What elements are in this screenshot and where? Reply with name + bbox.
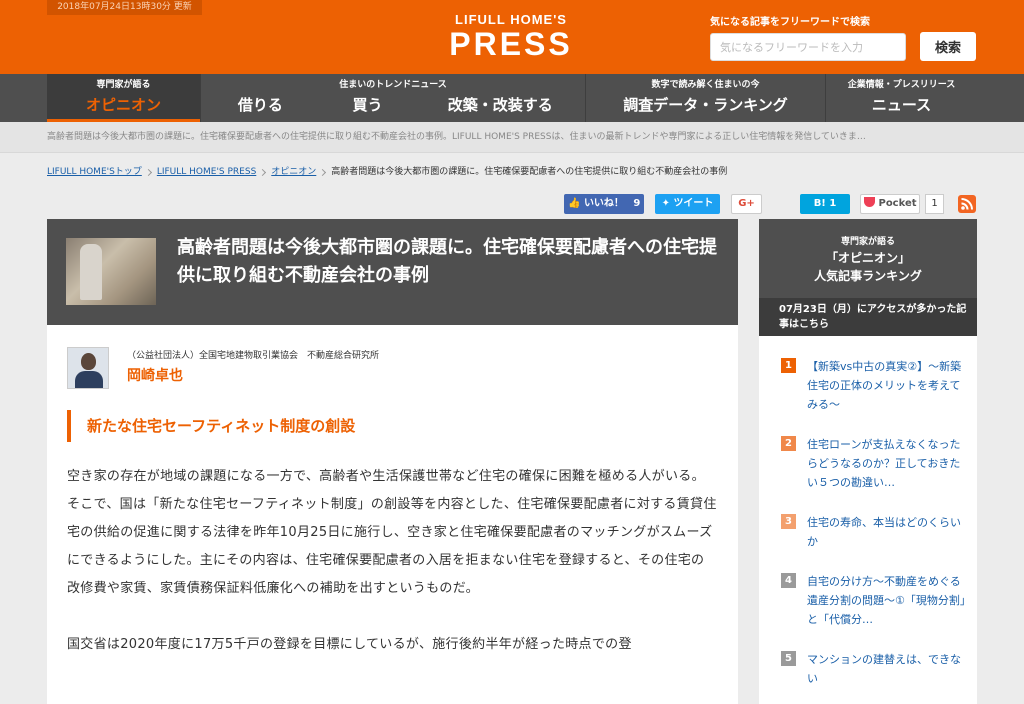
pocket-button[interactable]: Pocket [860, 194, 920, 214]
like-count: 9 [633, 198, 641, 209]
rank-number-badge: 4 [781, 573, 796, 588]
facebook-like-button[interactable]: 👍 いいね！ 9 [564, 194, 644, 214]
article-body: 空き家の存在が地域の課題になる一方で、高齢者や生活保護世帯など住宅の確保に困難を… [67, 463, 717, 659]
breadcrumb-press-link[interactable]: LIFULL HOME'S PRESS [157, 165, 256, 179]
ranking-header: 専門家が語る 「オピニオン」 人気記事ランキング [759, 219, 977, 298]
search-button[interactable]: 検索 [920, 32, 976, 61]
breadcrumb-current: 高齢者問題は今後大都市圏の課題に。住宅確保要配慮者への住宅提供に取り組む不動産会… [331, 167, 728, 177]
ranking-item[interactable]: 5 マンションの建替えは、できない [759, 629, 977, 688]
ranking-item-title[interactable]: 自宅の分け方〜不動産をめぐる遺産分割の問題〜①「現物分割」と「代償分… [807, 572, 967, 629]
site-logo[interactable]: LIFULL HOME'S PRESS [436, 12, 586, 62]
rank-number-badge: 2 [781, 436, 796, 451]
nav-data-sub: 数字で読み解く住まいの今 [651, 80, 760, 90]
nav-opinion-sub: 専門家が語る [96, 80, 151, 90]
section-heading: 新たな住宅セーフティネット制度の創設 [67, 410, 717, 442]
nav-news-label: ニュース [871, 96, 932, 114]
nav-trend-group: 住まいのトレンドニュース 借りる 買う 改築・改装する [201, 74, 586, 122]
nav-buy[interactable]: 買う [320, 74, 416, 122]
ranking-title-line2: 人気記事ランキング [814, 269, 922, 283]
logo-press-text: PRESS [449, 26, 573, 62]
pocket-count: 1 [925, 194, 944, 214]
search-input[interactable] [710, 33, 906, 61]
breadcrumb-chevron-icon [144, 168, 152, 176]
article-header: 高齢者問題は今後大都市圏の課題に。住宅確保要配慮者への住宅提供に取り組む不動産会… [47, 219, 738, 325]
pocket-label: Pocket [878, 198, 917, 209]
breadcrumb-chevron-icon [319, 168, 327, 176]
ranking-item-title[interactable]: 住宅の寿命、本当はどのくらいか [807, 513, 967, 551]
breadcrumb-home-link[interactable]: LIFULL HOME'Sトップ [47, 165, 142, 179]
article-paragraph: 国交省は2020年度に17万5千戸の登録を目標にしているが、施行後約半年が経った… [67, 637, 632, 652]
nav-data-label: 調査データ・ランキング [623, 96, 788, 114]
breadcrumb: LIFULL HOME'Sトップ LIFULL HOME'S PRESS オピニ… [47, 165, 977, 179]
tweet-label: ツイート [673, 198, 714, 209]
like-label: いいね！ [583, 198, 624, 209]
nav-data-ranking[interactable]: 数字で読み解く住まいの今 調査データ・ランキング [586, 74, 826, 122]
search-label: 気になる記事をフリーワードで検索 [710, 17, 870, 28]
nav-opinion-label: オピニオン [85, 96, 161, 114]
tweet-button[interactable]: ✦ ツイート [655, 194, 720, 214]
ranking-header-sub: 専門家が語る [840, 237, 895, 247]
ranking-header-title: 「オピニオン」 人気記事ランキング [759, 249, 977, 285]
main-nav: 専門家が語る オピニオン 住まいのトレンドニュース 借りる 買う 改築・改装する… [0, 74, 1024, 122]
nav-rent-label: 借りる [237, 96, 283, 114]
article-paragraph: 空き家の存在が地域の課題になる一方で、高齢者や生活保護世帯など住宅の確保に困難を… [67, 469, 705, 484]
article-paragraph: そこで、国は「新たな住宅セーフティネット制度」の創設等を内容とした、住宅確保要配… [67, 497, 717, 596]
article-thumbnail [66, 238, 156, 305]
ranking-item-title[interactable]: 住宅ローンが支払えなくなったらどうなるのか？正しておきたい５つの勘違い… [807, 435, 967, 492]
ranking-item-title[interactable]: マンションの建替えは、できない [807, 650, 967, 688]
hatena-bookmark-button[interactable]: B! 1 [800, 194, 850, 214]
nav-news[interactable]: 企業情報・プレスリリース ニュース [826, 74, 977, 122]
ranking-item-title[interactable]: 【新築vs中古の真実②】〜新築住宅の正体のメリットを考えてみる〜 [807, 357, 967, 414]
site-header: 2018年07月24日13時30分 更新 LIFULL HOME'S PRESS… [0, 0, 1024, 74]
updated-timestamp: 2018年07月24日13時30分 更新 [47, 0, 202, 15]
author-name-link[interactable]: 岡崎卓也 [127, 365, 183, 385]
ranking-item[interactable]: 1 【新築vs中古の真実②】〜新築住宅の正体のメリットを考えてみる〜 [759, 336, 977, 414]
nav-reform[interactable]: 改築・改装する [415, 74, 585, 122]
rank-number-badge: 3 [781, 514, 796, 529]
rank-number-badge: 1 [781, 358, 796, 373]
ranking-date-note: 07月23日（月）にアクセスが多かった記事はこちら [759, 298, 977, 336]
article-title: 高齢者問題は今後大都市圏の課題に。住宅確保要配慮者への住宅提供に取り組む不動産会… [177, 237, 717, 286]
article-card: 高齢者問題は今後大都市圏の課題に。住宅確保要配慮者への住宅提供に取り組む不動産会… [47, 219, 738, 704]
ranking-title-line1: 「オピニオン」 [825, 251, 910, 265]
nav-reform-label: 改築・改装する [447, 96, 553, 114]
thumbnail-person-shape [80, 244, 102, 300]
logo-brand-text: LIFULL HOME'S [455, 12, 567, 27]
rss-icon[interactable] [958, 195, 976, 213]
author-avatar[interactable] [67, 347, 109, 389]
twitter-bird-icon: ✦ [661, 198, 670, 209]
nav-opinion[interactable]: 専門家が語る オピニオン [47, 74, 201, 122]
breadcrumb-opinion-link[interactable]: オピニオン [271, 165, 316, 179]
google-plus-button[interactable]: G+ [731, 194, 762, 214]
page-description-bar: 高齢者問題は今後大都市圏の課題に。住宅確保要配慮者への住宅提供に取り組む不動産会… [0, 122, 1024, 153]
nav-news-sub: 企業情報・プレスリリース [847, 80, 956, 90]
nav-buy-label: 買う [352, 96, 383, 114]
nav-rent[interactable]: 借りる [201, 74, 320, 122]
pocket-icon [864, 197, 875, 207]
ranking-item[interactable]: 3 住宅の寿命、本当はどのくらいか [759, 492, 977, 551]
ranking-sidebar: 専門家が語る 「オピニオン」 人気記事ランキング 07月23日（月）にアクセスが… [759, 219, 977, 704]
rank-number-badge: 5 [781, 651, 796, 666]
page-description-text: 高齢者問題は今後大都市圏の課題に。住宅確保要配慮者への住宅提供に取り組む不動産会… [47, 132, 866, 142]
ranking-item[interactable]: 4 自宅の分け方〜不動産をめぐる遺産分割の問題〜①「現物分割」と「代償分… [759, 551, 977, 629]
thumbs-up-icon: 👍 [568, 198, 581, 209]
ranking-list: 1 【新築vs中古の真実②】〜新築住宅の正体のメリットを考えてみる〜 2 住宅ロ… [759, 336, 977, 688]
author-organization: （公益社団法人）全国宅地建物取引業協会 不動産総合研究所 [127, 351, 380, 361]
breadcrumb-chevron-icon [259, 168, 267, 176]
ranking-item[interactable]: 2 住宅ローンが支払えなくなったらどうなるのか？正しておきたい５つの勘違い… [759, 414, 977, 492]
